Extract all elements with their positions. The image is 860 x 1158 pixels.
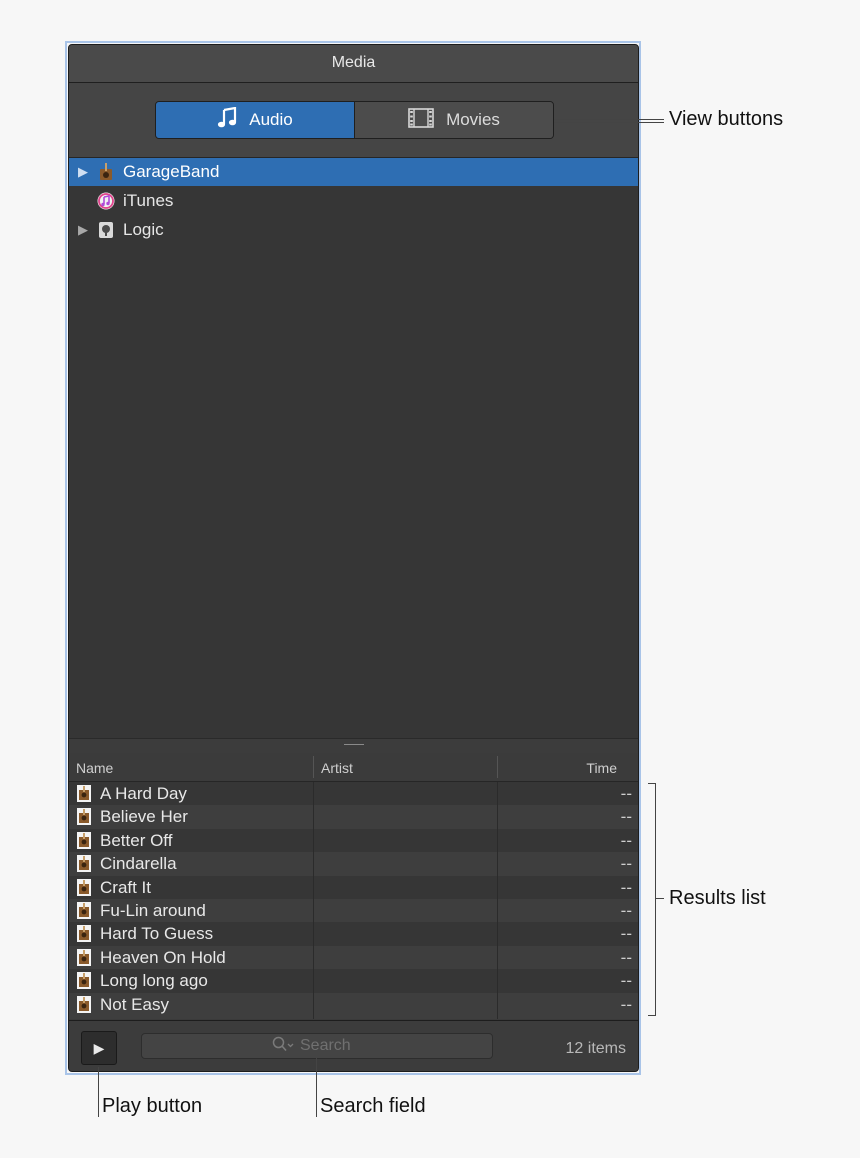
view-buttons: Audio Movies (155, 101, 554, 139)
audio-label: Audio (249, 110, 293, 129)
results-list: A Hard Day -- Believe Her -- Better Off -- Cin… (69, 782, 638, 1019)
table-row[interactable]: Craft It -- (69, 875, 638, 899)
row-name: Cindarella (100, 854, 177, 874)
garageband-file-icon (77, 972, 91, 990)
tree-item-garageband[interactable]: ▶ GarageBand (69, 158, 638, 186)
tree-item-label: Logic (123, 220, 164, 239)
row-time: -- (620, 830, 632, 850)
music-note-icon (217, 106, 237, 134)
garageband-file-icon (77, 948, 91, 966)
row-time: -- (620, 901, 632, 920)
row-time: -- (620, 947, 632, 967)
row-name: A Hard Day (100, 784, 187, 803)
panel-title: Media (69, 45, 638, 83)
row-name: Craft It (100, 877, 152, 897)
row-time: -- (620, 807, 632, 827)
search-input[interactable] (298, 1036, 362, 1056)
tree-item-label: iTunes (123, 191, 174, 210)
garageband-file-icon (77, 808, 91, 826)
pane-splitter[interactable] (69, 738, 638, 754)
callout-results-list: Results list (669, 887, 766, 909)
table-row[interactable]: Believe Her -- (69, 805, 638, 829)
garageband-file-icon (77, 995, 91, 1013)
table-row[interactable]: A Hard Day -- (69, 782, 638, 806)
media-source-tree: ▶ GarageBand iTunes ▶ Logic (69, 158, 638, 738)
garageband-file-icon (77, 831, 91, 849)
garageband-icon (97, 163, 115, 181)
tree-item-label: GarageBand (123, 162, 220, 181)
callout-play-button: Play button (102, 1095, 203, 1117)
garageband-file-icon (77, 925, 91, 943)
itunes-icon (97, 192, 115, 210)
column-header-name[interactable]: Name (76, 753, 113, 781)
row-time: -- (620, 877, 632, 897)
table-row[interactable]: Heaven On Hold -- (69, 945, 638, 970)
table-row[interactable]: Hard To Guess -- (69, 922, 638, 946)
row-name: Heaven On Hold (100, 947, 226, 967)
garageband-file-icon (77, 878, 91, 896)
panel-footer: ▶ 12 items (69, 1020, 638, 1071)
row-name: Long long ago (100, 971, 208, 991)
item-count: 12 items (565, 1040, 626, 1057)
row-time: -- (620, 924, 632, 944)
tree-item-logic[interactable]: ▶ Logic (69, 216, 638, 244)
table-row[interactable]: Cindarella -- (69, 852, 638, 876)
film-icon (408, 107, 434, 133)
column-header-artist[interactable]: Artist (321, 753, 353, 781)
splitter-grip-icon[interactable] (344, 744, 364, 745)
table-row[interactable]: Fu-Lin around -- (69, 899, 638, 923)
play-button[interactable]: ▶ (81, 1031, 117, 1065)
table-row[interactable]: Not Easy -- (69, 992, 638, 1016)
callout-view-buttons: View buttons (669, 108, 784, 130)
table-row-partial (69, 1016, 638, 1019)
row-name: Better Off (100, 830, 173, 850)
media-panel: Media Audio Movies ▶ GarageBand iTunes ▶… (68, 44, 639, 1072)
row-name: Hard To Guess (100, 924, 214, 944)
row-time: -- (620, 784, 632, 803)
logic-icon (97, 221, 115, 239)
disclosure-triangle-icon[interactable]: ▶ (75, 222, 91, 238)
row-time: -- (620, 971, 632, 991)
search-field[interactable] (141, 1033, 493, 1059)
row-name: Believe Her (100, 807, 188, 827)
search-icon[interactable] (272, 1036, 294, 1057)
movies-view-button[interactable]: Movies (354, 102, 553, 138)
row-time: -- (620, 994, 632, 1014)
callout-search-field: Search field (320, 1095, 426, 1117)
row-name: Not Easy (100, 994, 169, 1014)
garageband-file-icon (77, 855, 91, 873)
audio-view-button[interactable]: Audio (156, 102, 354, 138)
column-header-time[interactable]: Time (586, 753, 617, 781)
row-name: Fu-Lin around (100, 901, 206, 920)
row-time: -- (620, 854, 632, 874)
garageband-file-icon (77, 785, 91, 802)
garageband-file-icon (77, 902, 91, 919)
results-header: Name Artist Time (69, 753, 638, 782)
disclosure-triangle-icon[interactable]: ▶ (75, 164, 91, 180)
table-row[interactable]: Better Off -- (69, 828, 638, 853)
movies-label: Movies (446, 110, 500, 129)
view-toolbar: Audio Movies (69, 83, 638, 158)
table-row[interactable]: Long long ago -- (69, 969, 638, 993)
tree-item-itunes[interactable]: iTunes (69, 187, 638, 215)
